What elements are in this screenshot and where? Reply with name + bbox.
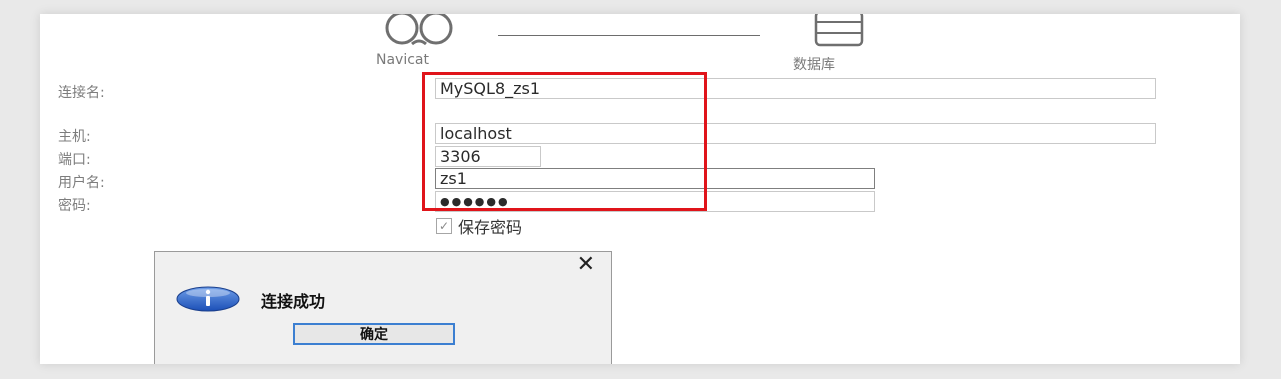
dialog-message: 连接成功: [261, 292, 326, 311]
connection-success-dialog: ✕ 连接成功 确定: [154, 251, 612, 364]
ok-button[interactable]: 确定: [293, 323, 455, 345]
save-password-checkbox[interactable]: ✓: [436, 218, 452, 234]
connection-name-label: 连接名:: [58, 85, 105, 101]
connection-settings-panel: Navicat 数据库 连接名: 主机: 端口: 用户名: 密码: MySQL8…: [40, 14, 1240, 364]
highlight-box: [422, 72, 707, 211]
save-password-label: 保存密码: [458, 218, 523, 237]
password-label: 密码:: [58, 198, 91, 214]
navicat-logo-icon: [385, 14, 453, 46]
database-label: 数据库: [793, 57, 835, 73]
database-icon: [814, 14, 864, 47]
navicat-label: Navicat: [376, 52, 429, 68]
info-icon: [176, 286, 240, 312]
save-password-row[interactable]: ✓ 保存密码: [436, 214, 522, 238]
close-icon[interactable]: ✕: [577, 252, 595, 277]
username-label: 用户名:: [58, 175, 105, 191]
port-label: 端口:: [58, 152, 91, 168]
connection-line: [498, 35, 760, 36]
host-label: 主机:: [58, 129, 91, 145]
